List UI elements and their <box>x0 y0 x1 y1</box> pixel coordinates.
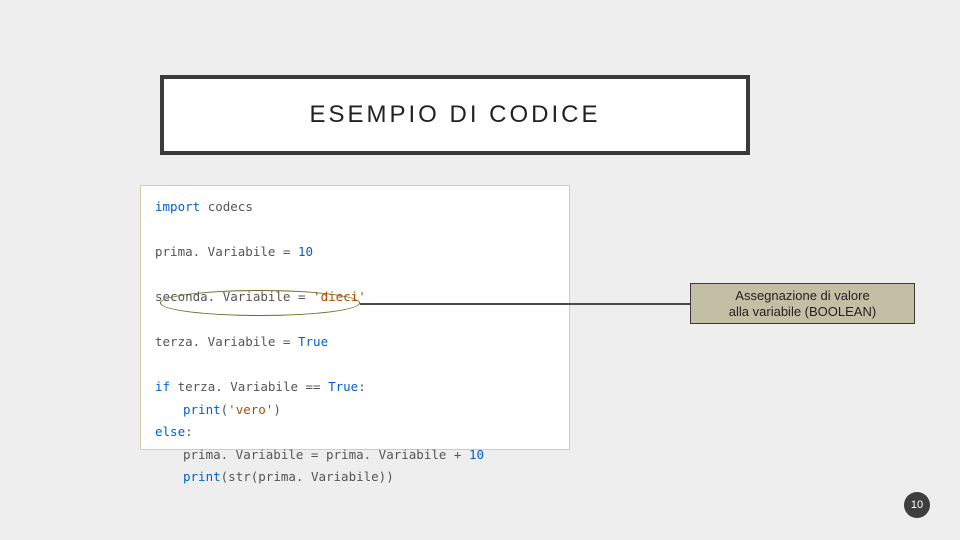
page-number-badge: 10 <box>904 492 930 518</box>
title-box: ESEMPIO DI CODICE <box>160 75 750 155</box>
slide-title: ESEMPIO DI CODICE <box>309 101 600 129</box>
code-line-6: print('vero') <box>155 399 555 422</box>
code-line-5: if terza. Variabile == True: <box>155 376 555 399</box>
code-line-1: import codecs <box>155 196 555 219</box>
page-number: 10 <box>911 499 923 511</box>
annotation-line-2: alla variabile (BOOLEAN) <box>695 304 910 320</box>
module-name: codecs <box>208 199 253 214</box>
connector-line <box>360 303 690 305</box>
keyword-import: import <box>155 199 200 214</box>
code-line-7: else: <box>155 421 555 444</box>
annotation-box: Assegnazione di valore alla variabile (B… <box>690 283 915 324</box>
code-line-3: seconda. Variabile = 'dieci' <box>155 286 555 309</box>
code-line-2: prima. Variabile = 10 <box>155 241 555 264</box>
code-line-9: print(str(prima. Variabile)) <box>155 466 555 489</box>
annotation-line-1: Assegnazione di valore <box>695 288 910 304</box>
code-line-4: terza. Variabile = True <box>155 331 555 354</box>
code-block: import codecs prima. Variabile = 10 seco… <box>140 185 570 450</box>
code-line-8: prima. Variabile = prima. Variabile + 10 <box>155 444 555 467</box>
